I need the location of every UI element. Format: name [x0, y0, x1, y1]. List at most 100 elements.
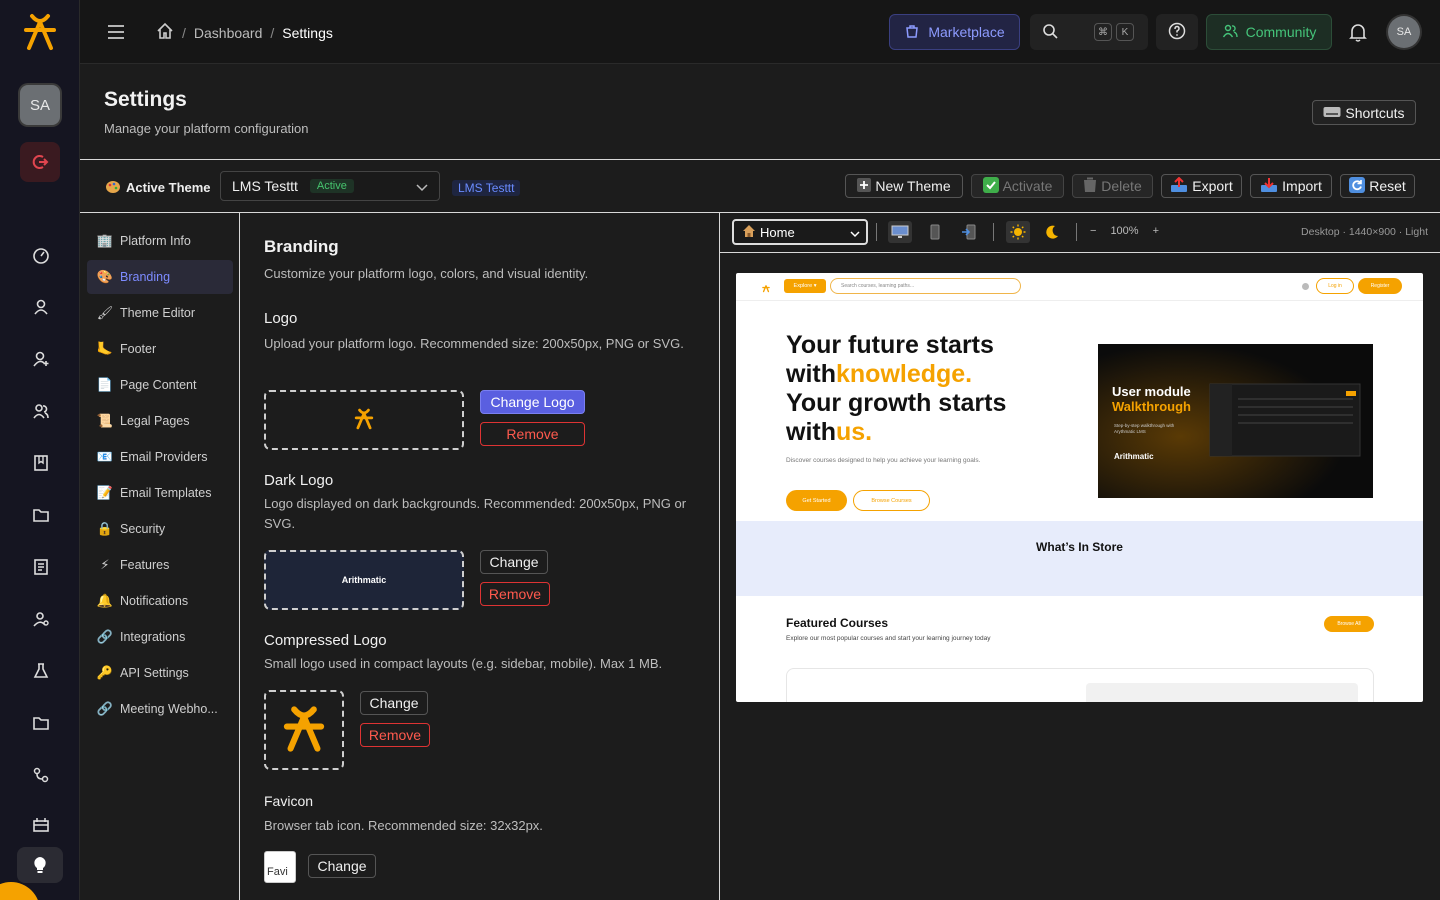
new-theme-button[interactable]: New Theme	[845, 174, 963, 198]
settings-nav-meeting-webhooks[interactable]: 🔗 Meeting Webho...	[87, 692, 233, 726]
home-icon[interactable]	[156, 22, 174, 43]
settings-nav-theme-editor[interactable]: 🖌 Theme Editor	[87, 296, 233, 330]
settings-nav-label: Theme Editor	[120, 306, 196, 320]
breadcrumb-settings: Settings	[282, 24, 333, 41]
help-bubble[interactable]	[0, 882, 40, 900]
change-dark-logo-button[interactable]: Change	[480, 550, 548, 574]
site-theme-dot	[1302, 283, 1309, 290]
settings-nav-email-providers[interactable]: 📧 Email Providers	[87, 440, 233, 474]
breadcrumb-dashboard[interactable]: Dashboard	[194, 25, 263, 41]
logo-title: Logo	[264, 310, 298, 327]
settings-nav-features[interactable]: ⚡ Features	[87, 548, 233, 582]
settings-nav-api-settings[interactable]: 🔑 API Settings	[87, 656, 233, 690]
lightbulb-icon[interactable]	[17, 847, 63, 883]
email-providers-icon: 📧	[96, 449, 114, 464]
import-button[interactable]: Import	[1250, 174, 1332, 198]
dark-mode-icon[interactable]	[1040, 221, 1064, 243]
logo-preview-icon	[354, 407, 374, 434]
dark-logo-title: Dark Logo	[264, 472, 334, 489]
mobile-view-icon[interactable]	[957, 221, 981, 243]
settings-nav-email-templates[interactable]: 📝 Email Templates	[87, 476, 233, 510]
delete-button[interactable]: Delete	[1072, 174, 1153, 198]
activate-button[interactable]: Activate	[971, 174, 1064, 198]
settings-nav-security[interactable]: 🔒 Security	[87, 512, 233, 546]
document-list-icon[interactable]	[30, 556, 52, 578]
brand-logo-icon[interactable]	[22, 12, 58, 52]
settings-nav-branding[interactable]: 🎨 Branding	[87, 260, 233, 294]
site-register-button: Register	[1358, 278, 1402, 294]
hero-with-2: with	[786, 418, 836, 446]
logout-icon[interactable]	[20, 142, 60, 182]
branding-title: Branding	[264, 237, 339, 256]
rail-avatar[interactable]: SA	[20, 85, 60, 125]
shortcuts-button[interactable]: Shortcuts	[1312, 100, 1416, 125]
top-bar: / Dashboard / Settings Marketplace ⌘ K C…	[80, 0, 1440, 64]
flask-icon[interactable]	[30, 660, 52, 682]
user-avatar[interactable]: SA	[1388, 16, 1420, 48]
user-add-icon[interactable]	[30, 348, 52, 370]
help-button[interactable]	[1156, 14, 1198, 50]
settings-nav-footer[interactable]: 🦶 Footer	[87, 332, 233, 366]
settings-nav-notifications[interactable]: 🔔 Notifications	[87, 584, 233, 618]
logo-dropzone[interactable]	[264, 390, 464, 450]
users-settings-icon[interactable]	[30, 608, 52, 630]
export-tray-icon	[1170, 176, 1188, 196]
reset-button[interactable]: Reset	[1340, 174, 1415, 198]
preview-toolbar: Home − 100% + Desktop · 1440×900 · Light	[720, 213, 1440, 253]
workflow-icon[interactable]	[30, 764, 52, 786]
settings-nav-legal-pages[interactable]: 📜 Legal Pages	[87, 404, 233, 438]
folder-icon[interactable]	[30, 504, 52, 526]
remove-compressed-logo-button[interactable]: Remove	[360, 723, 430, 747]
reset-label: Reset	[1369, 178, 1406, 194]
preview-page-select[interactable]: Home	[732, 219, 868, 245]
compressed-logo-dropzone[interactable]	[264, 690, 344, 770]
kbd-k: K	[1116, 23, 1134, 41]
export-button[interactable]: Export	[1161, 174, 1242, 198]
folder-2-icon[interactable]	[30, 712, 52, 734]
change-compressed-logo-button[interactable]: Change	[360, 691, 428, 715]
community-button[interactable]: Community	[1206, 14, 1332, 50]
search-button[interactable]: ⌘ K	[1030, 14, 1148, 50]
calendar-icon[interactable]	[30, 814, 52, 836]
site-search: Search courses, learning paths...	[830, 278, 1021, 294]
theme-toolbar: Active Theme LMS Testtt Active LMS Testt…	[80, 160, 1440, 213]
users-group-icon[interactable]	[30, 400, 52, 422]
book-icon[interactable]	[30, 452, 52, 474]
change-favicon-button[interactable]: Change	[308, 854, 376, 878]
desktop-view-icon[interactable]	[888, 221, 912, 243]
zoom-level: 100%	[1110, 225, 1139, 237]
light-mode-icon[interactable]	[1006, 221, 1030, 243]
bell-icon[interactable]	[1346, 20, 1370, 44]
branding-panel: Branding Customize your platform logo, c…	[240, 213, 720, 900]
marketplace-button[interactable]: Marketplace	[889, 14, 1020, 50]
remove-dark-logo-button[interactable]: Remove	[480, 582, 550, 606]
settings-nav-page-content[interactable]: 📄 Page Content	[87, 368, 233, 402]
settings-nav-integrations[interactable]: 🔗 Integrations	[87, 620, 233, 654]
site-hero-title: Your future starts withknowledge. Your g…	[786, 331, 1046, 447]
site-preview-frame[interactable]: Explore ▾ Search courses, learning paths…	[736, 273, 1423, 702]
page-subtitle: Manage your platform configuration	[104, 121, 309, 136]
user-icon[interactable]	[30, 296, 52, 318]
zoom-in-button[interactable]: +	[1153, 225, 1159, 237]
menu-icon[interactable]	[106, 21, 126, 43]
email-templates-icon: 📝	[96, 485, 114, 500]
theme-editor-icon: 🖌	[96, 305, 114, 320]
settings-nav-platform-info[interactable]: 🏢 Platform Info	[87, 224, 233, 258]
settings-nav: 🏢 Platform Info 🎨 Branding 🖌 Theme Editor 🦶 Foo…	[80, 213, 240, 900]
dark-logo-dropzone[interactable]: Arithmatic	[264, 550, 464, 610]
change-logo-button[interactable]: Change Logo	[480, 390, 585, 414]
course-card-image	[1086, 683, 1358, 702]
tablet-view-icon[interactable]	[923, 221, 947, 243]
question-icon	[1168, 22, 1186, 43]
theme-select[interactable]: LMS Testtt Active	[220, 171, 440, 201]
remove-logo-button[interactable]: Remove	[480, 422, 585, 446]
settings-nav-label: Email Providers	[120, 450, 208, 464]
export-label: Export	[1192, 178, 1233, 194]
store-title: What’s In Store	[1036, 540, 1123, 554]
divider	[876, 223, 877, 241]
divider	[993, 223, 994, 241]
dashboard-gauge-icon[interactable]	[30, 244, 52, 266]
zoom-out-button[interactable]: −	[1090, 225, 1096, 237]
favicon-desc: Browser tab icon. Recommended size: 32x3…	[264, 818, 543, 833]
palette-icon	[104, 178, 122, 196]
